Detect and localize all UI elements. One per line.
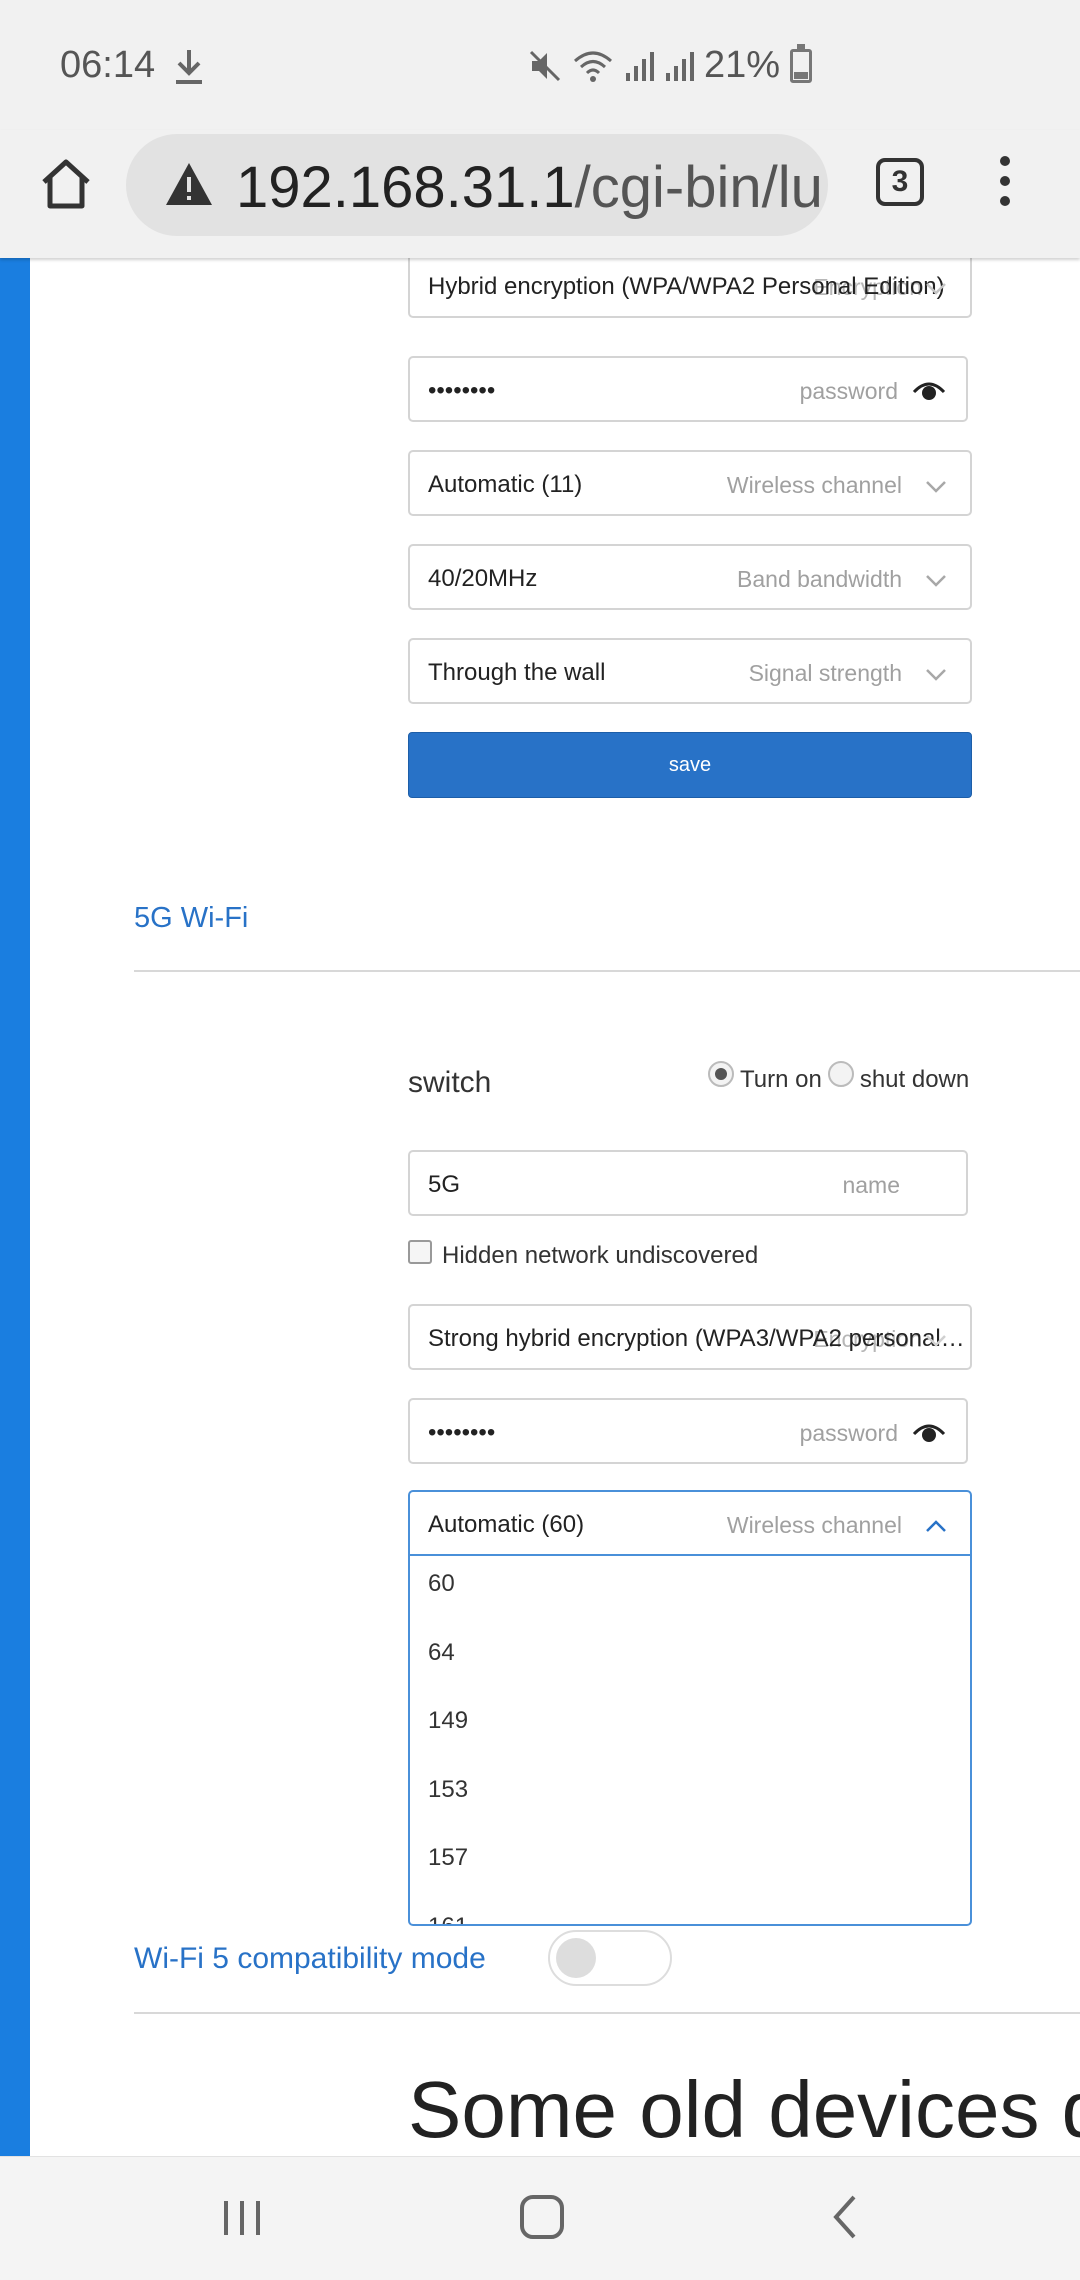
switch-label: switch: [408, 1066, 492, 1099]
status-icons: 21%: [528, 43, 812, 87]
encryption-select-5g[interactable]: Encryption Strong hybrid encryption (WPA…: [408, 1304, 972, 1370]
channel-option[interactable]: 64: [410, 1625, 970, 1694]
back-icon[interactable]: [816, 2187, 876, 2247]
switch-radio-group: Turn on shut down: [708, 1061, 975, 1094]
channel-option[interactable]: 157: [410, 1830, 970, 1899]
ssid-value: 5G: [428, 1171, 461, 1198]
wifi-icon: [573, 51, 612, 82]
status-bar: 06:14 21%: [0, 0, 1080, 130]
encryption-value: Hybrid encryption (WPA/WPA2 Personal Edi…: [428, 273, 945, 300]
chevron-down-icon: [926, 283, 946, 295]
signal-value: Through the wall: [428, 659, 606, 686]
ssid-hint: name: [842, 1172, 900, 1198]
hidden-network-label: Hidden network undiscovered: [442, 1242, 759, 1269]
password-hint: password: [799, 378, 898, 404]
channel-value: Automatic (11): [428, 471, 583, 498]
more-menu-icon[interactable]: [990, 152, 1020, 212]
encryption-select-24g[interactable]: Encryption Hybrid encryption (WPA/WPA2 P…: [408, 258, 972, 318]
left-stripe: [0, 258, 30, 2156]
eye-icon[interactable]: [912, 378, 946, 402]
status-time: 06:14: [60, 44, 156, 86]
hidden-network-checkbox[interactable]: [408, 1240, 432, 1264]
chevron-down-icon: [926, 669, 946, 681]
password-field-24g[interactable]: •••••••• password: [408, 356, 968, 422]
warning-icon[interactable]: [164, 160, 214, 208]
home-nav-icon[interactable]: [512, 2187, 572, 2247]
turn-on-radio[interactable]: [708, 1061, 734, 1087]
channel-option[interactable]: 149: [410, 1693, 970, 1762]
tab-switcher-button[interactable]: 3: [876, 158, 924, 206]
password-value: ••••••••: [428, 1419, 496, 1446]
signal-icon: [625, 51, 654, 81]
signal-hint: Signal strength: [748, 660, 902, 686]
battery-percent: 21%: [703, 44, 780, 86]
url-host: 192.168.31.1: [236, 155, 575, 220]
channel-dropdown-list: 60 64 149 153 157 161: [408, 1556, 972, 1926]
password-field-5g[interactable]: •••••••• password: [408, 1398, 968, 1464]
channel-option[interactable]: 60: [410, 1556, 970, 1625]
channel-option[interactable]: 153: [410, 1762, 970, 1831]
address-bar[interactable]: 192.168.31.1/cgi-bin/lu: [126, 134, 828, 236]
compat-mode-label: Wi-Fi 5 compatibility mode: [134, 1942, 486, 1975]
channel-value: Automatic (60): [428, 1511, 585, 1538]
chevron-down-icon: [926, 481, 946, 493]
section-divider: [134, 970, 1080, 972]
download-icon: [176, 50, 202, 84]
compat-mode-toggle[interactable]: [548, 1930, 672, 1986]
encryption-value: Strong hybrid encryption (WPA3/WPA2 pers…: [428, 1325, 965, 1352]
channel-hint: Wireless channel: [726, 1512, 902, 1538]
page-content: Encryption Hybrid encryption (WPA/WPA2 P…: [0, 258, 1080, 2156]
mute-icon: [529, 50, 560, 81]
shut-down-label[interactable]: shut down: [860, 1066, 969, 1094]
url-text: 192.168.31.1/cgi-bin/lu: [236, 154, 823, 221]
home-icon[interactable]: [36, 154, 96, 214]
system-nav-bar: [0, 2156, 1080, 2280]
toggle-knob: [556, 1938, 596, 1978]
channel-option[interactable]: 161: [410, 1899, 970, 1925]
ssid-field-5g[interactable]: 5G name: [408, 1150, 968, 1216]
password-value: ••••••••: [428, 377, 496, 404]
url-path: /cgi-bin/lu: [574, 155, 823, 220]
channel-select-24g[interactable]: Automatic (11) Wireless channel: [408, 450, 972, 516]
turn-on-label[interactable]: Turn on: [740, 1066, 822, 1094]
browser-toolbar: 192.168.31.1/cgi-bin/lu 3: [0, 130, 1080, 258]
chevron-down-icon: [926, 575, 946, 587]
section-title-5g: 5G Wi-Fi: [134, 902, 249, 934]
bandwidth-select-24g[interactable]: 40/20MHz Band bandwidth: [408, 544, 972, 610]
shut-down-radio[interactable]: [827, 1061, 854, 1087]
channel-hint: Wireless channel: [726, 472, 902, 498]
bandwidth-value: 40/20MHz: [428, 565, 538, 592]
section-divider: [134, 2012, 1080, 2014]
chevron-up-icon: [926, 1520, 946, 1532]
recent-apps-icon[interactable]: [212, 2187, 272, 2247]
battery-icon: [790, 43, 812, 83]
signal-icon-2: [665, 51, 694, 81]
chevron-down-icon: [926, 1335, 946, 1347]
password-hint: password: [799, 1420, 898, 1446]
bandwidth-hint: Band bandwidth: [737, 566, 902, 592]
hidden-network-row[interactable]: Hidden network undiscovered: [408, 1240, 759, 1270]
old-devices-note: Some old devices d: [408, 2065, 1080, 2154]
signal-select-24g[interactable]: Through the wall Signal strength: [408, 638, 972, 704]
save-button[interactable]: save: [408, 732, 972, 798]
eye-icon[interactable]: [912, 1420, 946, 1444]
channel-select-5g[interactable]: Automatic (60) Wireless channel: [408, 1490, 972, 1556]
